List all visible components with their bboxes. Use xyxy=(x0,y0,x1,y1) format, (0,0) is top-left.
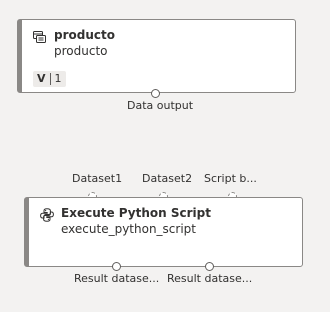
node-title: Execute Python Script xyxy=(61,206,211,220)
output-port-label: Data output xyxy=(127,99,194,112)
output-port-label: Result datase... xyxy=(74,272,160,285)
node-subtitle: execute_python_script xyxy=(61,222,196,236)
version-badge: V 1 xyxy=(33,71,66,87)
version-number: 1 xyxy=(54,72,62,85)
output-port-data-output[interactable] xyxy=(151,89,160,98)
node-title: producto xyxy=(54,28,115,42)
output-port-label: Result datase... xyxy=(167,272,253,285)
dataset-node-producto[interactable]: producto producto V 1 xyxy=(17,19,296,93)
output-port-result-dataset-1[interactable] xyxy=(112,262,121,271)
input-port-label: Dataset2 xyxy=(142,172,193,185)
module-node-execute-python-script[interactable]: Execute Python Script execute_python_scr… xyxy=(24,197,303,267)
python-icon xyxy=(40,207,54,222)
node-subtitle: producto xyxy=(54,44,108,58)
dataset-icon xyxy=(33,29,47,43)
version-prefix: V xyxy=(33,73,51,85)
input-port-label: Dataset1 xyxy=(72,172,123,185)
output-port-result-dataset-2[interactable] xyxy=(205,262,214,271)
input-port-label: Script b... xyxy=(204,172,257,185)
